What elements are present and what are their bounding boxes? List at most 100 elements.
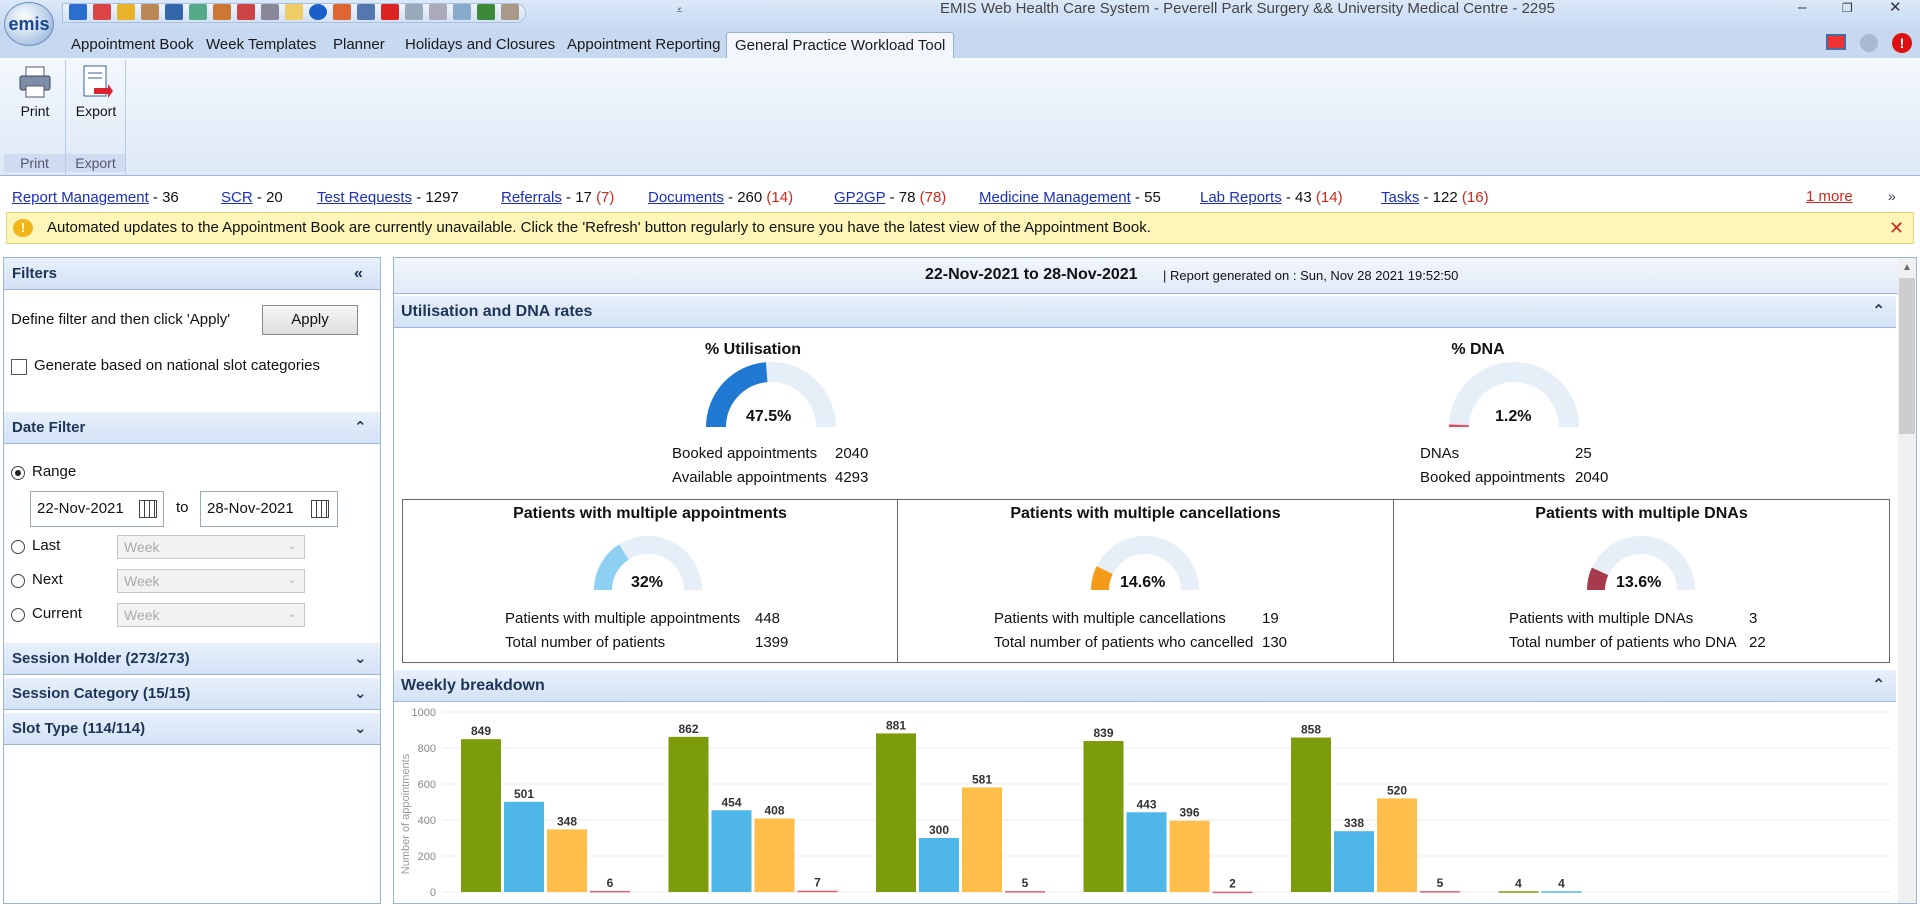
tab-planner[interactable]: Planner (333, 32, 385, 58)
from-calendar-icon[interactable] (139, 500, 157, 518)
more-link[interactable]: 1 more (1806, 188, 1853, 205)
schedule-icon[interactable] (189, 4, 207, 20)
users-icon[interactable] (141, 4, 159, 20)
table-icon[interactable] (477, 4, 495, 20)
warning-icon: ! (13, 219, 33, 237)
bar-data-label: 6 (607, 876, 614, 890)
current-period-dropdown[interactable]: Week ⌄ (117, 603, 305, 627)
apply-button[interactable]: Apply (262, 305, 358, 335)
toolbar-overflow-icon[interactable]: ⩡ (676, 3, 683, 18)
y-tick-label: 600 (418, 779, 436, 791)
mail-icon[interactable] (405, 4, 423, 20)
link-tasks[interactable]: Tasks - 122 (16) (1381, 189, 1489, 206)
to-date-field[interactable]: 28-Nov-2021 (200, 491, 338, 527)
session-category-header[interactable]: Session Category (15/15) ⌄ (4, 678, 380, 710)
expand-links-icon[interactable]: » (1888, 188, 1896, 204)
bar-data-label: 300 (929, 823, 949, 837)
bar (590, 890, 630, 893)
screen-icon[interactable] (1826, 34, 1846, 50)
tab-appointment-book[interactable]: Appointment Book (71, 32, 194, 58)
emis-logo[interactable]: emis (4, 2, 54, 46)
last-radio[interactable] (11, 540, 25, 554)
collapse-section-icon[interactable]: ⌃ (1872, 670, 1885, 702)
multi-cancel-label: Patients with multiple cancellations (994, 610, 1226, 627)
expand-icon[interactable]: ⌄ (354, 713, 367, 745)
help-icon[interactable] (1860, 34, 1878, 52)
bar (547, 829, 587, 892)
flag-icon[interactable] (381, 4, 399, 20)
link-gp2gp[interactable]: GP2GP - 78 (78) (834, 189, 946, 206)
close-warning-icon[interactable]: ✕ (1889, 213, 1904, 243)
vertical-scrollbar[interactable]: ▲ (1898, 258, 1916, 903)
last-label: Last (32, 537, 61, 554)
book-icon[interactable] (357, 4, 375, 20)
current-radio[interactable] (11, 608, 25, 622)
multi-appt-value: 448 (755, 610, 781, 627)
from-date-field[interactable]: 22-Nov-2021 (30, 491, 164, 527)
link-report-management[interactable]: Report Management - 36 (12, 189, 179, 206)
multi-dna-value: 3 (1749, 610, 1758, 627)
slot-type-header[interactable]: Slot Type (114/114) ⌄ (4, 713, 380, 745)
bar (668, 736, 709, 892)
link-medicine-management[interactable]: Medicine Management - 55 (979, 189, 1161, 206)
calendar-icon[interactable] (165, 4, 183, 20)
expand-icon[interactable]: ⌄ (354, 643, 367, 675)
edit-icon[interactable] (117, 4, 135, 20)
print-button[interactable]: Print (11, 64, 59, 119)
document-icon[interactable] (261, 4, 279, 20)
bar-data-label: 338 (1344, 816, 1364, 830)
range-radio[interactable] (11, 466, 25, 480)
clipboard-icon[interactable] (501, 4, 519, 20)
collapse-date-filter-icon[interactable]: ⌃ (354, 412, 367, 444)
alert-icon[interactable]: ! (1892, 33, 1912, 53)
scrollbar-thumb[interactable] (1899, 278, 1915, 434)
tools-icon[interactable] (333, 4, 351, 20)
dna-title: % DNA (1451, 341, 1505, 358)
bar (1212, 891, 1253, 894)
note-icon[interactable] (285, 4, 303, 20)
date-filter-header[interactable]: Date Filter ⌃ (4, 412, 380, 444)
back-icon[interactable] (69, 4, 87, 20)
home-icon[interactable] (93, 4, 111, 20)
bar (1377, 798, 1417, 892)
people-icon[interactable] (213, 4, 231, 20)
tab-week-templates[interactable]: Week Templates (206, 32, 316, 58)
last-period-dropdown[interactable]: Week ⌄ (117, 535, 305, 559)
link-lab-reports[interactable]: Lab Reports - 43 (14) (1200, 189, 1343, 206)
page-icon[interactable] (429, 4, 447, 20)
session-holder-header[interactable]: Session Holder (273/273) ⌄ (4, 643, 380, 675)
settings-icon[interactable] (453, 4, 471, 20)
close-button[interactable]: ✕ (1889, 0, 1902, 16)
dnas-label: DNAs (1420, 445, 1460, 462)
total-cancel-value: 130 (1262, 634, 1288, 651)
next-period-dropdown[interactable]: Week ⌄ (117, 569, 305, 593)
restore-button[interactable]: ❐ (1842, 0, 1853, 16)
range-label: Range (32, 463, 77, 480)
warning-bar: ! Automated updates to the Appointment B… (6, 212, 1914, 244)
link-documents[interactable]: Documents - 260 (14) (648, 189, 793, 206)
to-calendar-icon[interactable] (311, 500, 329, 518)
gauge-fill (1587, 567, 1609, 591)
tab-holidays-closures[interactable]: Holidays and Closures (405, 32, 555, 58)
link-test-requests[interactable]: Test Requests - 1297 (317, 189, 459, 206)
collapse-panel-icon[interactable]: « (354, 258, 363, 290)
grid-icon[interactable] (237, 4, 255, 20)
bar-data-label: 5 (1437, 876, 1444, 890)
tab-workload-tool[interactable]: General Practice Workload Tool (726, 32, 955, 58)
expand-icon[interactable]: ⌄ (354, 678, 367, 710)
national-categories-checkbox[interactable] (11, 359, 27, 375)
tab-appointment-reporting[interactable]: Appointment Reporting (567, 32, 720, 58)
multiple-dnas-box: Patients with multiple DNAs 13.6% Patien… (1393, 499, 1890, 663)
export-label: Export (75, 103, 117, 119)
link-referrals[interactable]: Referrals - 17 (7) (501, 189, 614, 206)
utilisation-title: % Utilisation (704, 341, 801, 358)
link-scr[interactable]: SCR - 20 (221, 189, 283, 206)
bar (754, 818, 795, 892)
chevron-down-icon: ⌄ (288, 541, 297, 552)
export-button[interactable]: Export (72, 64, 120, 119)
next-radio[interactable] (11, 574, 25, 588)
minimize-button[interactable]: – (1798, 0, 1806, 16)
info-icon[interactable] (309, 4, 327, 20)
collapse-section-icon[interactable]: ⌃ (1872, 296, 1885, 328)
scroll-up-icon[interactable]: ▲ (1902, 262, 1912, 273)
